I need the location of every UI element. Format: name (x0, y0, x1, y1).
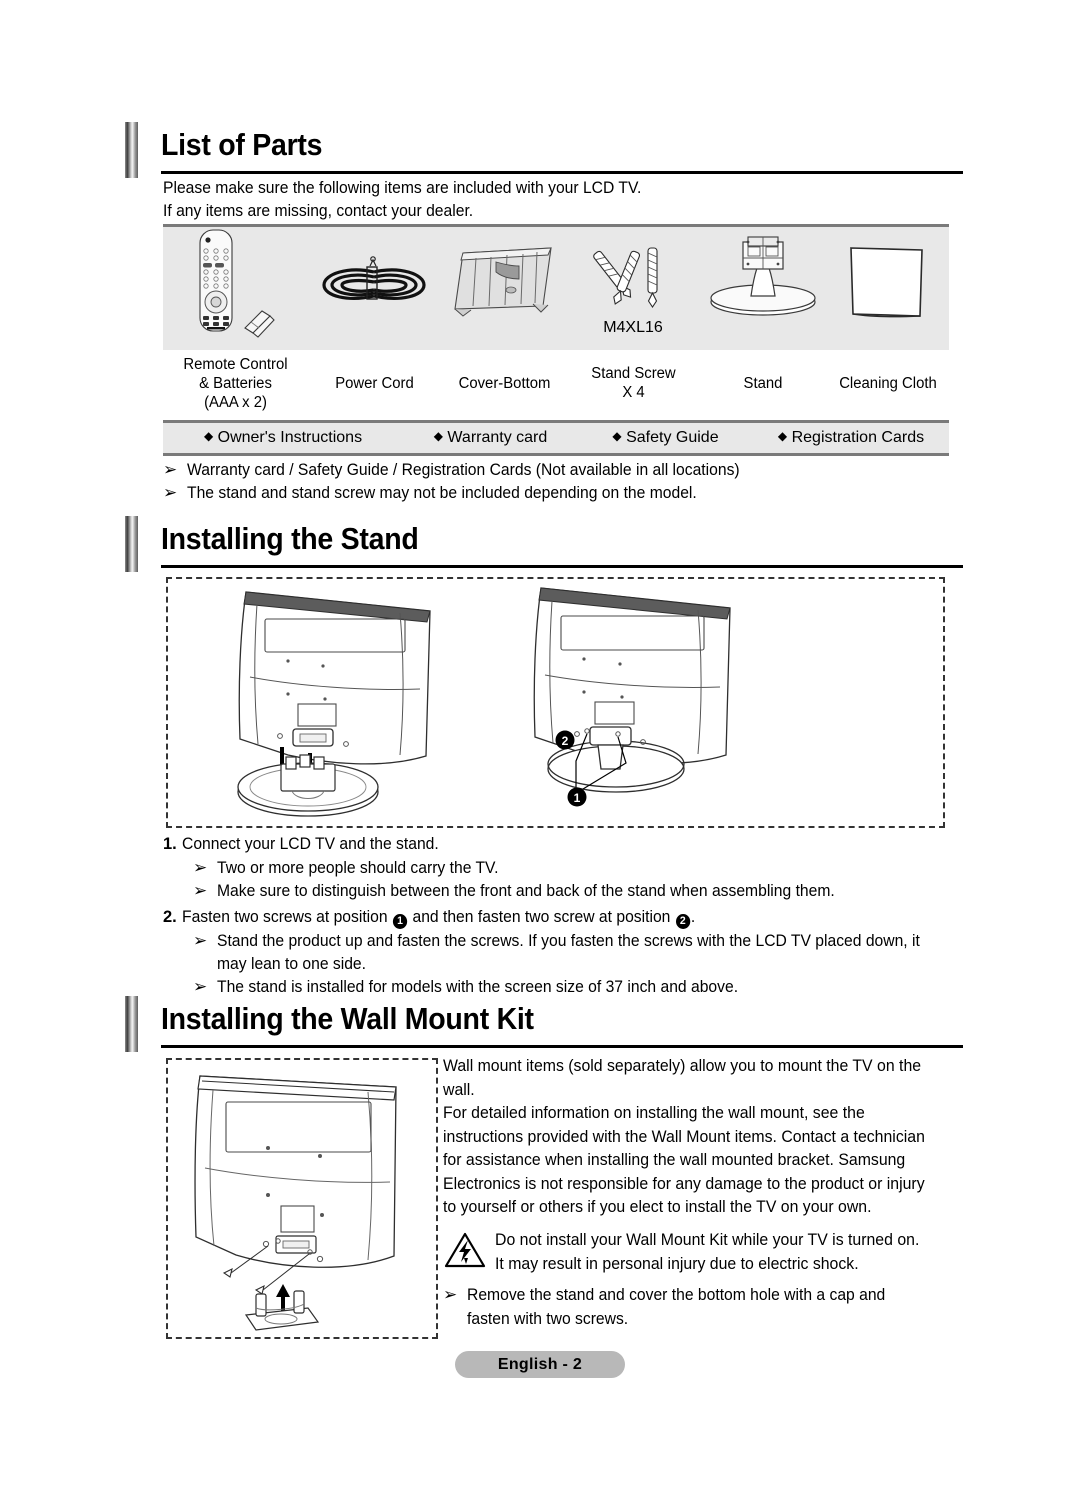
document-item-warranty-card: ◆ Warranty card (433, 429, 548, 446)
parts-intro: Please make sure the following items are… (163, 177, 914, 223)
section-accent-bar (125, 516, 138, 572)
part-cell-stand (699, 224, 827, 347)
section-rule (161, 565, 963, 568)
part-label-stand-screw: Stand Screw X 4 (591, 365, 676, 401)
part-cell-cover-bottom (441, 224, 568, 347)
section-header: List of Parts (125, 122, 963, 178)
arrow-bullet-icon: ➢ (193, 881, 208, 901)
stand-installation-diagram: 2 1 (166, 577, 945, 828)
wall-mount-diagram (166, 1058, 438, 1339)
parts-intro-line-2: If any items are missing, contact your d… (163, 202, 474, 220)
stand-diagram-marker-1: 1 (567, 787, 587, 807)
diamond-bullet-icon: ◆ (203, 429, 214, 443)
step-2-note-1: ➢ Stand the product up and fasten the sc… (193, 931, 920, 973)
step-1-note-1: ➢ Two or more people should carry the TV… (193, 858, 499, 878)
diamond-bullet-icon: ◆ (433, 429, 443, 443)
stand-diagram-marker-2: 2 (555, 730, 575, 750)
step-2-text-before: Fasten two screws at position (182, 908, 392, 926)
stand-screw-caption: M4XL16 (603, 319, 663, 336)
diamond-bullet-icon: ◆ (777, 429, 788, 443)
document-item-owners-instructions: ◆ Owner's Instructions (203, 429, 363, 446)
section-title-installing-stand: Installing the Stand (161, 521, 419, 556)
part-label-cleaning-cloth: Cleaning Cloth (839, 375, 937, 392)
wall-mount-copy: Wall mount items (sold separately) allow… (443, 1055, 948, 1220)
wall-mount-paragraph-1: Wall mount items (sold separately) allow… (443, 1057, 922, 1099)
parts-note-2: ➢ The stand and stand screw may not be i… (163, 483, 697, 503)
parts-intro-line-1: Please make sure the following items are… (163, 179, 642, 197)
step-1-note-2: ➢ Make sure to distinguish between the f… (193, 881, 835, 901)
included-documents-bar: ◆ Owner's Instructions ◆ Warranty card ◆… (163, 420, 949, 456)
arrow-bullet-icon: ➢ (193, 858, 208, 878)
parts-label-row: Remote Control & Batteries (AAA x 2) Pow… (163, 355, 949, 417)
step-2: 2. Fasten two screws at position 1 and t… (163, 908, 696, 929)
arrow-bullet-icon: ➢ (193, 931, 208, 951)
section-title-wall-mount-kit: Installing the Wall Mount Kit (161, 1001, 534, 1036)
stand-installation-steps: 1. Connect your LCD TV and the stand. ➢ … (163, 833, 963, 999)
svg-text:2: 2 (562, 734, 569, 748)
section-accent-bar (125, 122, 138, 178)
power-cord-icon (308, 224, 441, 347)
arrow-bullet-icon: ➢ (443, 1285, 458, 1305)
part-label-stand: Stand (743, 375, 783, 392)
arrow-bullet-icon: ➢ (163, 483, 178, 503)
wall-mount-warning: Do not install your Wall Mount Kit while… (443, 1229, 948, 1276)
part-cell-remote-control (163, 224, 308, 347)
marker-2-badge: 2 (675, 914, 690, 929)
part-cell-cleaning-cloth (827, 224, 949, 347)
step-2-text-middle: and then fasten two screw at position (408, 908, 675, 926)
part-label-remote-control: Remote Control & Batteries (AAA x 2) (183, 356, 288, 411)
section-rule (161, 1045, 963, 1048)
step-1: 1. Connect your LCD TV and the stand. (163, 835, 439, 853)
part-cell-power-cord (308, 224, 441, 347)
section-installing-the-wall-mount-kit: Installing the Wall Mount Kit (125, 996, 963, 1052)
page-title: List of Parts (161, 127, 323, 162)
section-header: Installing the Stand (125, 516, 963, 572)
parts-notes: ➢ Warranty card / Safety Guide / Registr… (163, 459, 963, 505)
wall-mount-warning-text: Do not install your Wall Mount Kit while… (495, 1231, 920, 1273)
parts-artwork-row: M4XL16 (163, 224, 949, 347)
wall-mount-paragraph-2: For detailed information on installing t… (443, 1104, 925, 1216)
section-rule (161, 171, 963, 174)
parts-note-1: ➢ Warranty card / Safety Guide / Registr… (163, 460, 740, 480)
part-cell-stand-screw: M4XL16 (568, 224, 699, 347)
page-footer-badge: English - 2 (455, 1351, 625, 1378)
remote-control-icon (163, 224, 308, 347)
part-label-cover-bottom: Cover-Bottom (458, 375, 551, 392)
diamond-bullet-icon: ◆ (612, 429, 622, 443)
document-item-safety-guide: ◆ Safety Guide (612, 429, 719, 446)
wall-mount-note-text: Remove the stand and cover the bottom ho… (467, 1286, 886, 1328)
stand-screw-icon: M4XL16 (568, 224, 699, 347)
section-list-of-parts: List of Parts (125, 122, 963, 178)
step-2-text-after: . (690, 908, 696, 926)
section-installing-the-stand: Installing the Stand (125, 516, 963, 572)
electric-shock-warning-icon (443, 1229, 495, 1269)
marker-1-badge: 1 (392, 914, 408, 929)
arrow-bullet-icon: ➢ (163, 460, 178, 480)
svg-text:1: 1 (574, 791, 581, 805)
cover-bottom-icon (441, 224, 568, 347)
manual-page: List of Parts Please make sure the follo… (0, 0, 1080, 1486)
wall-mount-note: ➢ Remove the stand and cover the bottom … (443, 1284, 948, 1331)
section-accent-bar (125, 996, 138, 1052)
document-item-registration-cards: ◆ Registration Cards (777, 429, 925, 446)
stand-icon (699, 224, 827, 347)
section-header: Installing the Wall Mount Kit (125, 996, 963, 1052)
cleaning-cloth-icon (827, 224, 949, 347)
part-label-power-cord: Power Cord (335, 375, 414, 392)
